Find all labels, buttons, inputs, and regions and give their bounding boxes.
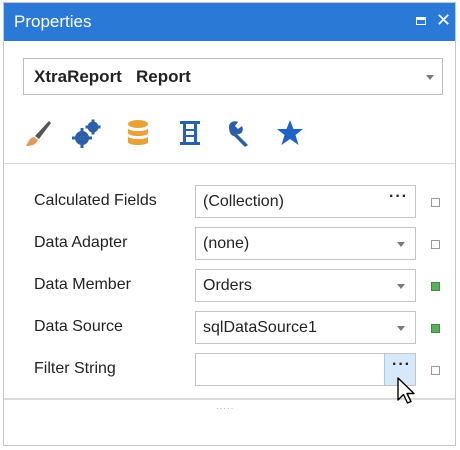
panel-title: Properties	[14, 12, 92, 31]
close-icon[interactable]: ✕	[436, 10, 451, 30]
property-row-calculated-fields: Calculated Fields (Collection) ···	[4, 182, 455, 224]
property-value: Orders	[203, 277, 252, 294]
brush-icon	[26, 121, 51, 146]
description-splitter[interactable]	[4, 398, 455, 400]
property-value: (none)	[203, 235, 250, 252]
property-row-data-member: Data Member Orders	[4, 266, 455, 308]
chevron-down-icon[interactable]	[397, 326, 405, 331]
database-icon	[128, 120, 148, 145]
tab-data[interactable]	[120, 115, 156, 151]
title-bar: Properties ✕	[4, 3, 455, 41]
data-source-dropdown[interactable]: sqlDataSource1	[195, 311, 416, 344]
property-value: sqlDataSource1	[203, 319, 317, 336]
property-label: Data Adapter	[34, 234, 128, 251]
modified-value-marker[interactable]	[431, 324, 440, 333]
data-member-dropdown[interactable]: Orders	[195, 269, 416, 302]
default-value-marker[interactable]	[431, 240, 440, 249]
ellipsis-button[interactable]: ···	[389, 188, 408, 206]
default-value-marker[interactable]	[431, 198, 440, 207]
star-icon	[277, 120, 303, 145]
property-row-data-adapter: Data Adapter (none)	[4, 224, 455, 266]
property-value: (Collection)	[203, 193, 284, 210]
property-row-data-source: Data Source sqlDataSource1	[4, 308, 455, 350]
property-label: Data Member	[34, 276, 131, 293]
data-adapter-dropdown[interactable]: (none)	[195, 227, 416, 260]
filter-string-editor[interactable]: ···	[195, 353, 416, 386]
tab-behavior[interactable]	[69, 115, 105, 151]
chevron-down-icon[interactable]	[426, 75, 434, 80]
tab-favorites[interactable]	[272, 115, 308, 151]
property-row-filter-string: Filter String ···	[4, 350, 455, 392]
mouse-cursor-icon	[397, 377, 415, 404]
layout-icon	[180, 121, 200, 145]
calculated-fields-editor[interactable]: (Collection) ···	[195, 185, 416, 218]
tabs-divider	[4, 163, 455, 164]
category-tabs	[4, 109, 455, 157]
object-selector-value: XtraReport Report	[34, 67, 191, 86]
properties-panel: Properties ✕ XtraReport Report Calculate…	[3, 2, 456, 446]
chevron-down-icon[interactable]	[397, 242, 405, 247]
modified-value-marker[interactable]	[431, 282, 440, 291]
gears-icon	[72, 119, 101, 148]
ellipsis-label: ···	[392, 356, 411, 373]
property-label: Calculated Fields	[34, 192, 157, 209]
object-selector-dropdown[interactable]: XtraReport Report	[23, 58, 443, 95]
chevron-down-icon[interactable]	[397, 284, 405, 289]
property-label: Data Source	[34, 318, 123, 335]
wrench-icon	[229, 121, 248, 147]
tab-appearance[interactable]	[20, 115, 56, 151]
tab-layout[interactable]	[172, 115, 208, 151]
tab-design[interactable]	[222, 115, 258, 151]
property-label: Filter String	[34, 360, 116, 377]
maximize-icon[interactable]	[416, 17, 426, 25]
default-value-marker[interactable]	[431, 366, 440, 375]
splitter-grip[interactable]: ·····	[216, 404, 234, 413]
